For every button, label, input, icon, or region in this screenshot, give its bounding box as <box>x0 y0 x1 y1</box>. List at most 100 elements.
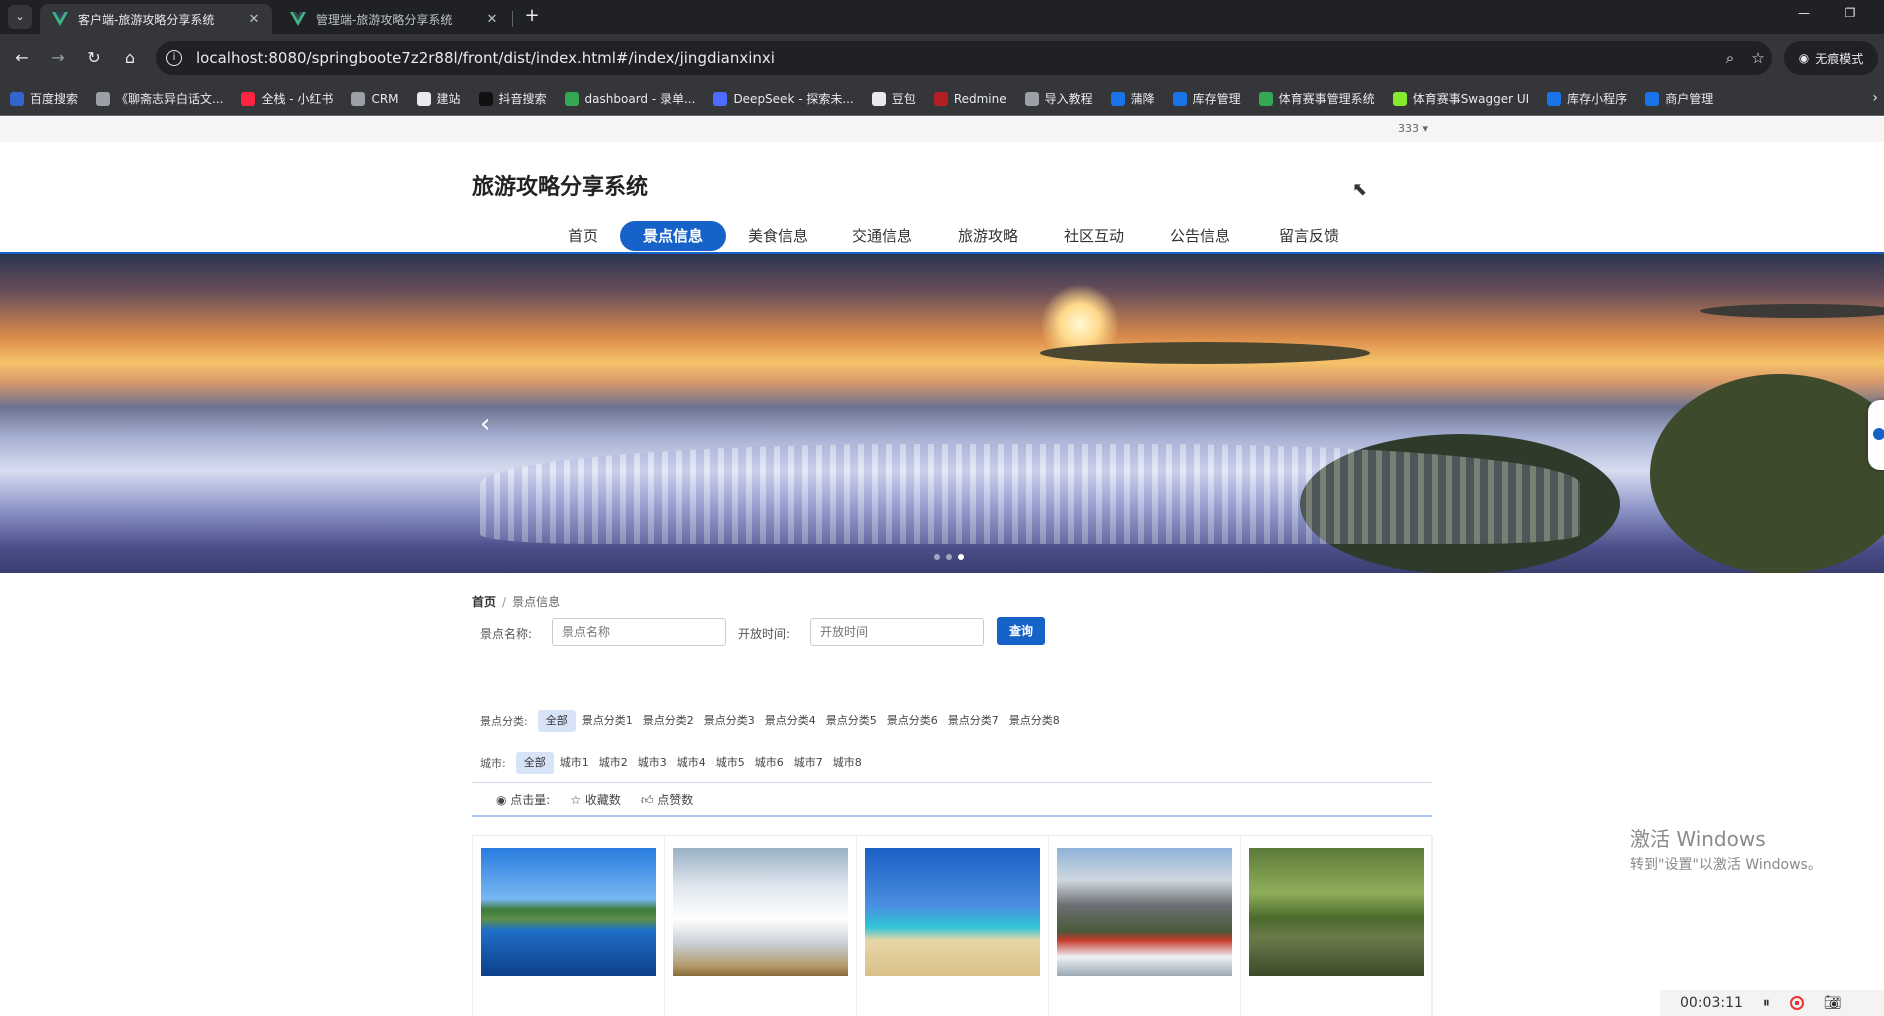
tab-admin[interactable]: 管理端-旅游攻略分享系统 ✕ <box>278 4 510 34</box>
zoom-icon[interactable]: ⌕ <box>1716 49 1744 67</box>
city-option[interactable]: 城市2 <box>595 752 632 774</box>
nav-item[interactable]: 景点信息 <box>620 221 726 251</box>
vue-logo-icon <box>52 12 68 26</box>
bookmark-favicon-icon <box>351 91 366 106</box>
nav-item[interactable]: 旅游攻略 <box>936 221 1040 251</box>
bookmark-favicon-icon <box>1172 91 1187 106</box>
bookmarks-overflow-icon[interactable]: › <box>1872 90 1878 106</box>
sort-favorites-label: 收藏数 <box>584 792 621 807</box>
city-option[interactable]: 城市8 <box>829 752 866 774</box>
bookmark-item[interactable]: 抖音搜索 <box>478 90 547 107</box>
bookmark-item[interactable]: 体育赛事管理系统 <box>1258 90 1375 107</box>
scenic-photo-sea-of-clouds[interactable] <box>673 848 848 976</box>
category-option[interactable]: 景点分类6 <box>883 710 942 732</box>
bookmark-item[interactable]: 全栈 - 小红书 <box>241 90 333 107</box>
breadcrumb-home[interactable]: 首页 <box>472 595 496 609</box>
back-arrow-icon[interactable]: ← <box>10 46 34 70</box>
bookmark-item[interactable]: 建站 <box>416 90 461 107</box>
scenic-photo-beach-umbrella[interactable] <box>865 848 1040 976</box>
sort-favorites[interactable]: ☆ 收藏数 <box>570 791 621 808</box>
bookmark-item[interactable]: 体育赛事Swagger UI <box>1392 90 1529 107</box>
nav-item[interactable]: 留言反馈 <box>1254 221 1364 251</box>
nav-item[interactable]: 交通信息 <box>830 221 934 251</box>
bookmark-favicon-icon <box>1645 91 1660 106</box>
bookmark-item[interactable]: CRM <box>351 91 399 106</box>
restore-icon[interactable]: ❐ <box>1830 6 1870 20</box>
new-tab-button[interactable]: + <box>520 5 544 29</box>
thumbs-up-icon: 👍︎ <box>640 792 658 807</box>
camera-icon[interactable]: 📷︎ <box>1824 995 1842 1011</box>
bookmark-item[interactable]: dashboard - 录单... <box>564 90 695 107</box>
tab-search-chevron-icon[interactable]: ⌄ <box>8 5 32 29</box>
bookmark-item[interactable]: 豆包 <box>871 90 916 107</box>
bookmark-item[interactable]: 库存管理 <box>1172 90 1241 107</box>
city-option[interactable]: 城市3 <box>634 752 671 774</box>
scenic-card[interactable] <box>857 836 1049 1016</box>
carousel-dot[interactable] <box>934 554 940 560</box>
scenic-card[interactable] <box>473 836 665 1016</box>
bookmark-favicon-icon <box>10 91 24 106</box>
bookmark-item[interactable]: 《聊斋志异白话文... <box>96 90 223 107</box>
minimize-icon[interactable]: — <box>1784 6 1824 20</box>
bookmark-item[interactable]: DeepSeek - 探索未... <box>713 90 854 107</box>
vue-logo-icon <box>290 12 306 26</box>
bookmark-star-icon[interactable]: ☆ <box>1744 49 1772 67</box>
user-menu[interactable]: 333 ▾ <box>1398 122 1428 135</box>
incognito-indicator[interactable]: ◉ 无痕模式 <box>1784 41 1878 75</box>
carousel-dot[interactable] <box>946 554 952 560</box>
scenic-photo-snow-mountain-village[interactable] <box>1057 848 1232 976</box>
category-option[interactable]: 景点分类3 <box>700 710 759 732</box>
nav-item[interactable]: 社区互动 <box>1042 221 1146 251</box>
city-option[interactable]: 城市6 <box>751 752 788 774</box>
bookmark-item[interactable]: 蒲降 <box>1110 90 1155 107</box>
url-text[interactable]: localhost:8080/springboote7z2r88l/front/… <box>196 49 1716 67</box>
forward-arrow-icon[interactable]: → <box>46 46 70 70</box>
search-button[interactable]: 查询 <box>997 617 1045 645</box>
city-option[interactable]: 城市5 <box>712 752 749 774</box>
scenic-photo-lake-city[interactable] <box>481 848 656 976</box>
sort-views[interactable]: ◉ 点击量: <box>496 791 550 808</box>
city-option[interactable]: 城市4 <box>673 752 710 774</box>
hero-carousel[interactable]: ‹ <box>0 254 1884 573</box>
site-info-icon[interactable]: i <box>166 50 182 66</box>
category-option[interactable]: 景点分类2 <box>639 710 698 732</box>
close-tab-icon[interactable]: ✕ <box>246 12 262 27</box>
city-option[interactable]: 城市7 <box>790 752 827 774</box>
category-option[interactable]: 景点分类5 <box>822 710 881 732</box>
reload-icon[interactable]: ↻ <box>82 46 106 70</box>
open-time-input[interactable] <box>810 618 984 646</box>
category-option[interactable]: 景点分类4 <box>761 710 820 732</box>
bookmark-item[interactable]: 商户管理 <box>1645 90 1713 107</box>
carousel-prev-icon[interactable]: ‹ <box>480 409 490 439</box>
city-option[interactable]: 全部 <box>515 752 554 774</box>
nav-item[interactable]: 公告信息 <box>1148 221 1252 251</box>
nav-item[interactable]: 首页 <box>548 221 618 251</box>
scenic-photo-willow-pond[interactable] <box>1249 848 1424 976</box>
bookmark-item[interactable]: 百度搜索 <box>10 90 78 107</box>
bookmark-favicon-icon <box>564 91 579 106</box>
address-bar[interactable]: i localhost:8080/springboote7z2r88l/fron… <box>156 41 1772 75</box>
scenic-name-input[interactable] <box>552 618 726 646</box>
city-option[interactable]: 城市1 <box>556 752 593 774</box>
scenic-card[interactable] <box>1241 836 1433 1016</box>
category-option[interactable]: 景点分类7 <box>944 710 1003 732</box>
close-tab-icon[interactable]: ✕ <box>484 12 500 27</box>
breadcrumb-current: 景点信息 <box>512 595 561 609</box>
nav-item[interactable]: 美食信息 <box>726 221 830 251</box>
side-float-widget[interactable] <box>1868 400 1884 470</box>
scenic-card[interactable] <box>665 836 857 1016</box>
bookmark-item[interactable]: 导入教程 <box>1024 90 1093 107</box>
category-option[interactable]: 景点分类1 <box>578 710 637 732</box>
scenic-card[interactable] <box>1049 836 1241 1016</box>
stop-record-icon[interactable] <box>1789 996 1804 1010</box>
pause-icon[interactable]: ⏸ <box>1763 995 1770 1011</box>
bookmark-favicon-icon <box>1392 91 1407 106</box>
sort-likes[interactable]: 👍︎ 点赞数 <box>641 791 693 808</box>
bookmark-item[interactable]: 库存小程序 <box>1547 90 1627 107</box>
home-icon[interactable]: ⌂ <box>118 46 142 70</box>
carousel-dot[interactable] <box>958 554 964 560</box>
tab-client[interactable]: 客户端-旅游攻略分享系统 ✕ <box>40 4 272 34</box>
category-option[interactable]: 景点分类8 <box>1005 710 1064 732</box>
bookmark-item[interactable]: Redmine <box>933 91 1007 106</box>
category-option[interactable]: 全部 <box>537 710 576 732</box>
